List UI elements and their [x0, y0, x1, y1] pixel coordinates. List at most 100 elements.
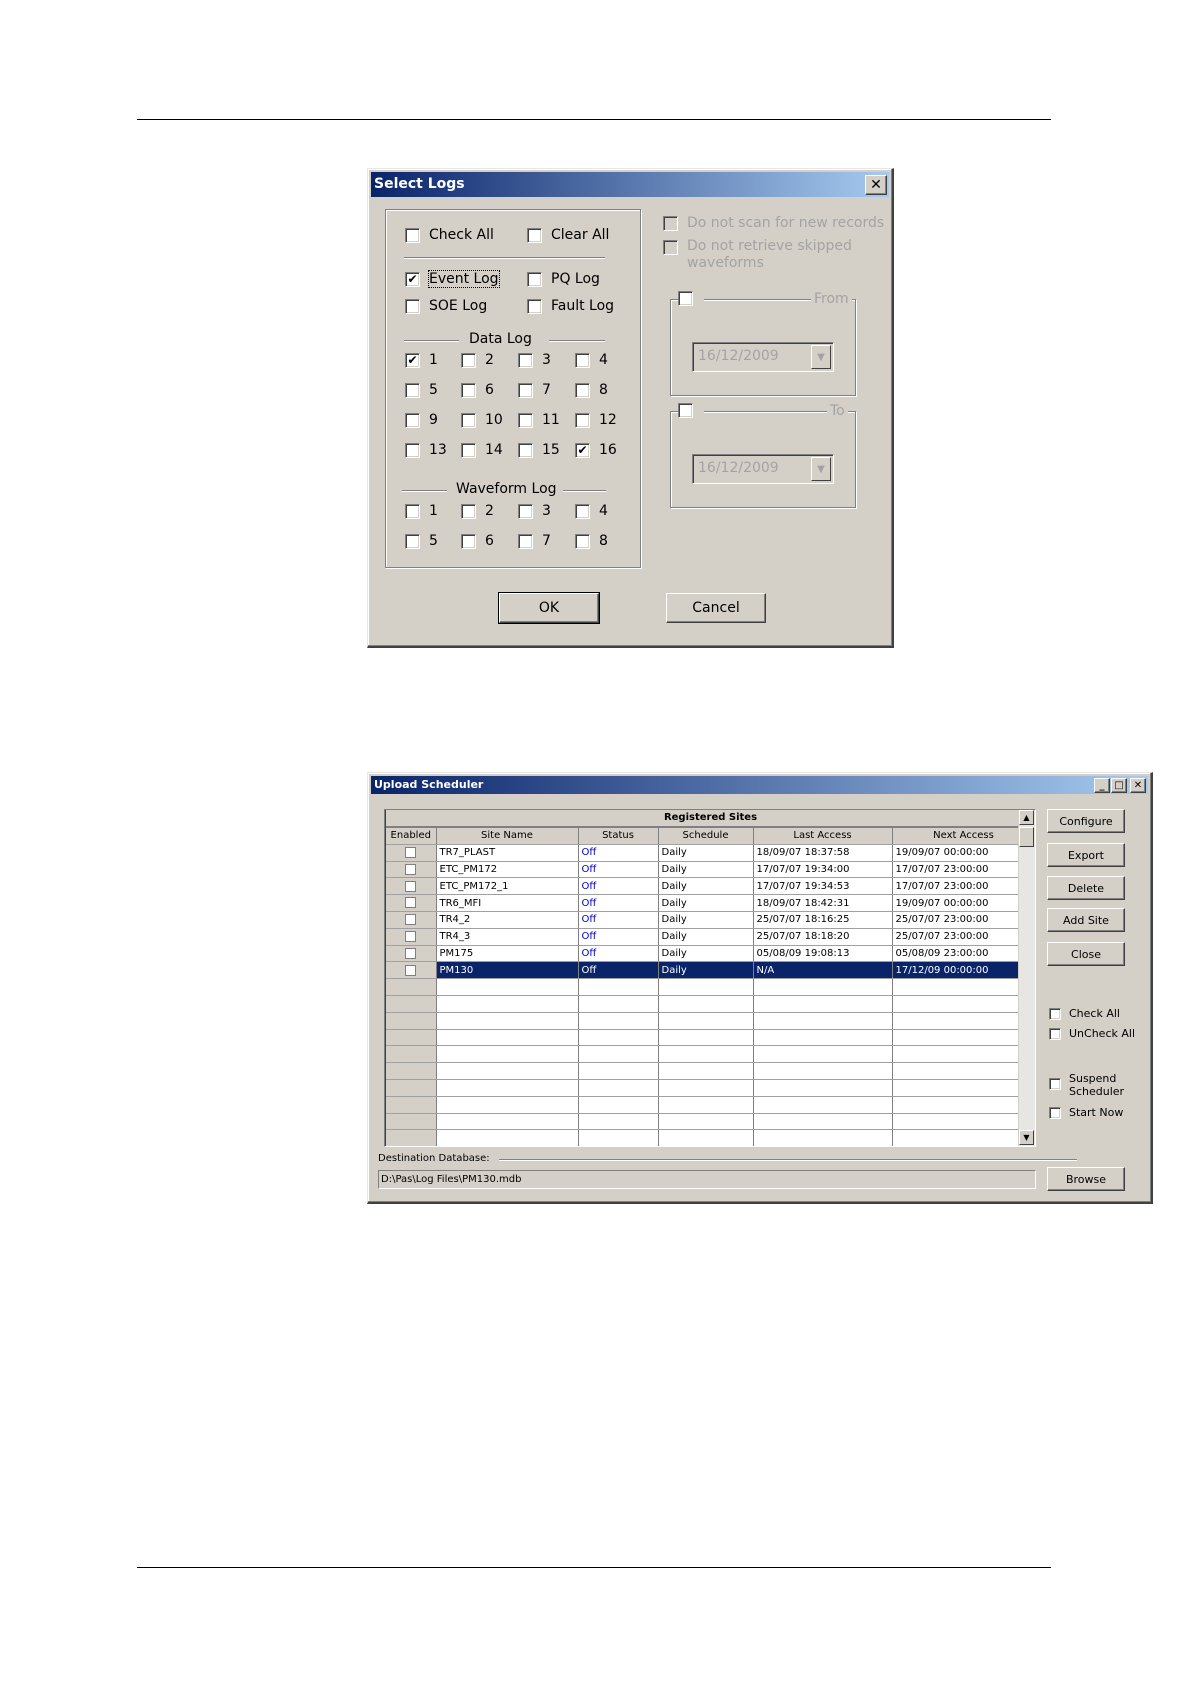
- checkbox-icon[interactable]: [405, 298, 420, 314]
- table-row[interactable]: TR4_3 Off Daily 25/07/07 18:18:20 25/07/07 2…: [386, 928, 1035, 946]
- destination-path-field[interactable]: D:\Pas\Log Files\PM130.mdb: [378, 1170, 1036, 1189]
- enabled-cell[interactable]: [386, 961, 437, 980]
- enabled-cell[interactable]: [386, 844, 437, 862]
- column-header[interactable]: Site Name: [436, 827, 579, 845]
- enabled-cell[interactable]: [386, 894, 437, 912]
- data-log-checkbox-10[interactable]: 10: [461, 412, 503, 428]
- ok-button[interactable]: OK: [498, 592, 600, 624]
- checkbox-icon[interactable]: [405, 880, 417, 892]
- data-log-checkbox-2[interactable]: 2: [461, 352, 494, 368]
- configure-button[interactable]: Configure: [1047, 809, 1125, 833]
- checkbox-icon[interactable]: [575, 352, 590, 368]
- upload-scheduler-titlebar[interactable]: Upload Scheduler _ □ ✕: [371, 776, 1148, 794]
- checkbox-icon[interactable]: [527, 271, 542, 287]
- vertical-scrollbar[interactable]: ▲ ▼: [1018, 810, 1035, 1146]
- data-log-checkbox-7[interactable]: 7: [518, 382, 551, 398]
- data-log-checkbox-13[interactable]: 13: [405, 442, 447, 458]
- checkbox-icon[interactable]: [405, 914, 417, 926]
- checkbox-icon[interactable]: [461, 442, 476, 458]
- cancel-button[interactable]: Cancel: [666, 593, 766, 623]
- column-header[interactable]: Enabled: [386, 827, 437, 845]
- checkbox-icon[interactable]: [1049, 1008, 1061, 1020]
- soe-log-checkbox[interactable]: SOE Log: [405, 298, 487, 314]
- table-row[interactable]: PM175 Off Daily 05/08/09 19:08:13 05/08/09 2…: [386, 945, 1035, 963]
- waveform-log-checkbox-4[interactable]: 4: [575, 503, 608, 519]
- start-now-checkbox[interactable]: Start Now: [1049, 1106, 1123, 1119]
- checkbox-icon[interactable]: [678, 403, 693, 418]
- checkbox-icon[interactable]: [405, 442, 420, 458]
- uncheck-all-checkbox[interactable]: UnCheck All: [1049, 1027, 1135, 1040]
- data-log-checkbox-11[interactable]: 11: [518, 412, 560, 428]
- checkbox-icon[interactable]: [527, 298, 542, 314]
- table-row[interactable]: ETC_PM172 Off Daily 17/07/07 19:34:00 17/07/…: [386, 861, 1035, 879]
- checkbox-icon[interactable]: [405, 863, 417, 875]
- maximize-icon[interactable]: □: [1111, 778, 1127, 793]
- chevron-down-icon[interactable]: ▼: [811, 457, 831, 481]
- checkbox-icon[interactable]: [461, 412, 476, 428]
- waveform-log-checkbox-1[interactable]: 1: [405, 503, 438, 519]
- check-all-checkbox[interactable]: Check All: [405, 227, 494, 243]
- enabled-cell[interactable]: [386, 928, 437, 946]
- no-retrieve-checkbox[interactable]: Do not retrieve skipped waveforms: [663, 238, 852, 272]
- checkbox-icon[interactable]: [1049, 1078, 1061, 1090]
- fault-log-checkbox[interactable]: Fault Log: [527, 298, 614, 314]
- table-row[interactable]: TR4_2 Off Daily 25/07/07 18:16:25 25/07/07 2…: [386, 911, 1035, 929]
- data-log-checkbox-16[interactable]: 16: [575, 442, 617, 458]
- checkbox-icon[interactable]: [405, 533, 420, 549]
- scroll-thumb[interactable]: [1019, 827, 1034, 847]
- checkbox-icon[interactable]: [678, 291, 693, 306]
- checkbox-icon[interactable]: [575, 503, 590, 519]
- checkbox-icon[interactable]: [405, 897, 417, 909]
- suspend-scheduler-checkbox[interactable]: Suspend Scheduler: [1049, 1072, 1124, 1098]
- data-log-checkbox-4[interactable]: 4: [575, 352, 608, 368]
- add-site-button[interactable]: Add Site: [1047, 908, 1125, 932]
- checkbox-icon[interactable]: [405, 412, 420, 428]
- table-row[interactable]: TR7_PLAST Off Daily 18/09/07 18:37:58 19/09/…: [386, 844, 1035, 862]
- scroll-down-icon[interactable]: ▼: [1019, 1130, 1034, 1145]
- from-enable-checkbox[interactable]: [678, 291, 704, 306]
- waveform-log-checkbox-6[interactable]: 6: [461, 533, 494, 549]
- enabled-cell[interactable]: [386, 911, 437, 929]
- checkbox-icon[interactable]: [405, 846, 417, 858]
- table-row[interactable]: TR6_MFI Off Daily 18/09/07 18:42:31 19/09/07…: [386, 894, 1035, 912]
- minimize-icon[interactable]: _: [1094, 778, 1110, 793]
- checkbox-icon[interactable]: [461, 382, 476, 398]
- column-header[interactable]: Last Access: [753, 827, 893, 845]
- to-date-picker[interactable]: 16/12/2009 ▼: [692, 454, 834, 484]
- from-date-picker[interactable]: 16/12/2009 ▼: [692, 342, 834, 372]
- checkbox-icon[interactable]: [405, 382, 420, 398]
- checkbox-icon[interactable]: [663, 215, 678, 231]
- checkbox-icon[interactable]: [518, 442, 533, 458]
- column-header[interactable]: Next Access: [892, 827, 1035, 845]
- table-row[interactable]: ETC_PM172_1 Off Daily 17/07/07 19:34:53 17/0…: [386, 877, 1035, 896]
- checkbox-icon[interactable]: [405, 930, 417, 942]
- close-icon[interactable]: ✕: [865, 175, 887, 195]
- checkbox-icon[interactable]: [1049, 1028, 1061, 1040]
- checkbox-icon[interactable]: [518, 503, 533, 519]
- checkbox-icon[interactable]: [461, 533, 476, 549]
- check-all-checkbox[interactable]: Check All: [1049, 1007, 1120, 1020]
- delete-button[interactable]: Delete: [1047, 876, 1125, 900]
- checkbox-icon[interactable]: [461, 503, 476, 519]
- checkbox-icon[interactable]: [405, 352, 420, 368]
- waveform-log-checkbox-7[interactable]: 7: [518, 533, 551, 549]
- checkbox-icon[interactable]: [518, 382, 533, 398]
- scroll-up-icon[interactable]: ▲: [1019, 810, 1034, 825]
- checkbox-icon[interactable]: [461, 352, 476, 368]
- checkbox-icon[interactable]: [663, 240, 678, 255]
- checkbox-icon[interactable]: [1049, 1107, 1061, 1119]
- data-log-checkbox-6[interactable]: 6: [461, 382, 494, 398]
- data-log-checkbox-5[interactable]: 5: [405, 382, 438, 398]
- no-scan-checkbox[interactable]: Do not scan for new records: [663, 215, 884, 231]
- enabled-cell[interactable]: [386, 877, 437, 896]
- waveform-log-checkbox-5[interactable]: 5: [405, 533, 438, 549]
- data-log-checkbox-3[interactable]: 3: [518, 352, 551, 368]
- checkbox-icon[interactable]: [575, 533, 590, 549]
- checkbox-icon[interactable]: [575, 442, 590, 458]
- enabled-cell[interactable]: [386, 945, 437, 963]
- close-icon[interactable]: ✕: [1130, 778, 1146, 793]
- checkbox-icon[interactable]: [527, 227, 542, 243]
- chevron-down-icon[interactable]: ▼: [811, 345, 831, 369]
- data-log-checkbox-14[interactable]: 14: [461, 442, 503, 458]
- checkbox-icon[interactable]: [575, 382, 590, 398]
